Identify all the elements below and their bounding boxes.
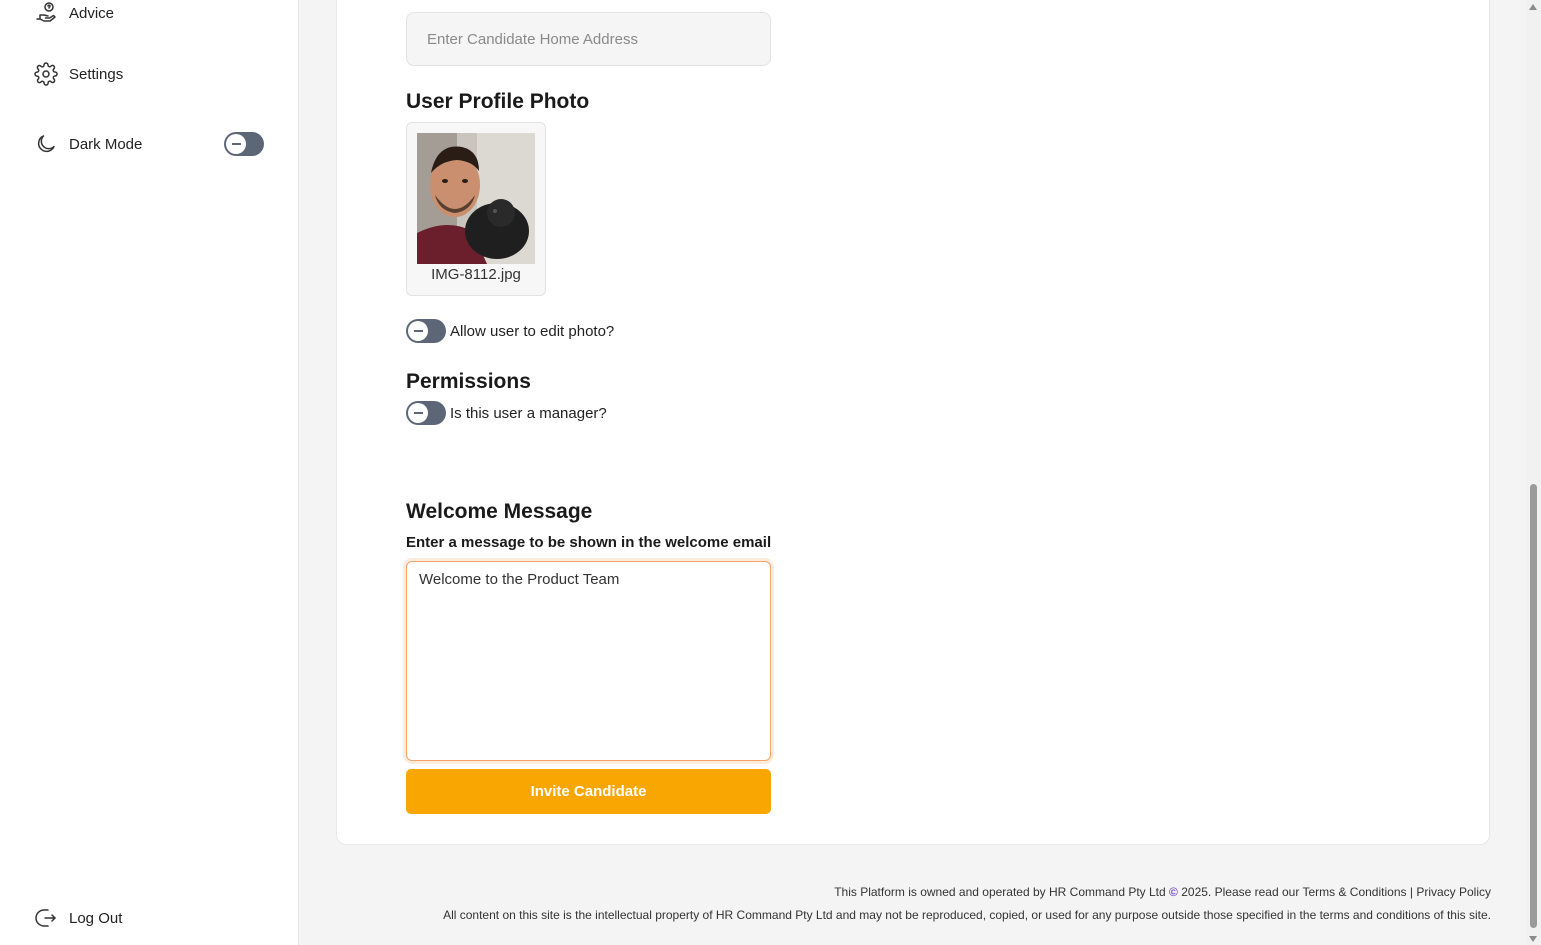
footer-prefix: This Platform is owned and operated by H… (834, 885, 1166, 899)
moon-icon (34, 132, 58, 156)
sidebar-item-advice[interactable]: Advice (34, 1, 114, 25)
profile-photo (417, 133, 535, 264)
footer-copyright-notice: All content on this site is the intellec… (443, 908, 1491, 922)
toggle-knob (226, 134, 246, 154)
sidebar-item-dark-mode: Dark Mode (34, 132, 142, 156)
dark-mode-toggle[interactable] (224, 132, 264, 156)
allow-edit-photo-toggle[interactable] (406, 319, 446, 343)
profile-photo-card[interactable]: IMG-8112.jpg (406, 122, 546, 296)
toggle-knob (408, 321, 428, 341)
sidebar-item-label: Advice (69, 4, 115, 22)
copyright-icon: © (1169, 885, 1178, 899)
allow-edit-photo-label: Allow user to edit photo? (450, 322, 615, 340)
scroll-down-icon[interactable] (1529, 936, 1537, 942)
manager-label: Is this user a manager? (450, 404, 607, 422)
sidebar-item-label: Settings (69, 65, 124, 83)
photo-filename: IMG-8112.jpg (431, 266, 521, 283)
toggle-knob (408, 403, 428, 423)
scroll-up-icon[interactable] (1529, 4, 1537, 10)
home-address-input[interactable] (406, 12, 771, 66)
advice-hand-icon (34, 1, 58, 25)
terms-link[interactable]: Terms & Conditions (1302, 885, 1406, 899)
privacy-link[interactable]: Privacy Policy (1416, 885, 1491, 899)
sidebar-item-label: Dark Mode (69, 135, 143, 153)
welcome-sublabel: Enter a message to be shown in the welco… (406, 534, 772, 551)
logout-label: Log Out (69, 909, 123, 927)
photo-section-title: User Profile Photo (406, 90, 590, 113)
welcome-title: Welcome Message (406, 500, 593, 523)
gear-icon (34, 62, 58, 86)
footer-ownership: This Platform is owned and operated by H… (834, 885, 1491, 899)
welcome-message-textarea[interactable] (406, 561, 771, 761)
manager-toggle[interactable] (406, 401, 446, 425)
footer-suffix: 2025. Please read our (1181, 885, 1300, 899)
sidebar-item-logout[interactable]: Log Out (34, 906, 122, 930)
permissions-title: Permissions (406, 370, 531, 393)
invite-candidate-button[interactable]: Invite Candidate (406, 769, 771, 814)
manager-row: Is this user a manager? (406, 401, 607, 425)
scroll-thumb[interactable] (1530, 484, 1537, 928)
sidebar-item-settings[interactable]: Settings (34, 62, 123, 86)
sidebar: Advice Settings Dark Mode Log Out (0, 0, 299, 945)
logout-icon (34, 906, 58, 930)
footer-separator: | (1409, 885, 1413, 899)
allow-edit-photo-row: Allow user to edit photo? (406, 319, 614, 343)
page-scrollbar[interactable] (1526, 0, 1541, 945)
